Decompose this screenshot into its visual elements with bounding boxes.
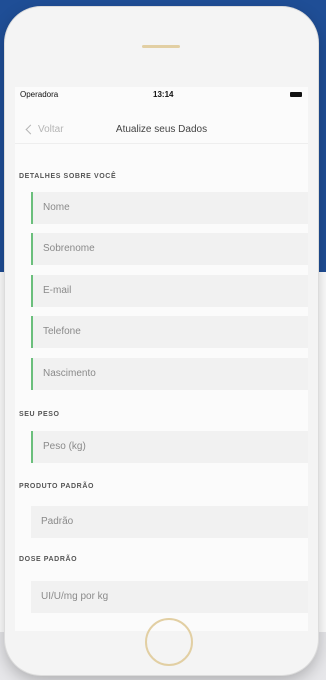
product-field[interactable]: Padrão bbox=[31, 506, 308, 538]
status-bar: Operadora 13:14 bbox=[15, 87, 308, 103]
section-weight-header: SEU PESO bbox=[19, 411, 60, 418]
phone-speaker bbox=[142, 45, 180, 48]
section-details-header: DETALHES SOBRE VOCÊ bbox=[19, 173, 117, 180]
section-product-header: PRODUTO PADRÃO bbox=[19, 483, 95, 490]
navigation-bar: Voltar Atualize seus Dados bbox=[15, 103, 308, 144]
home-button[interactable] bbox=[145, 618, 193, 666]
birthdate-field[interactable]: Nascimento bbox=[31, 358, 308, 390]
email-field[interactable]: E-mail bbox=[31, 275, 308, 307]
first-name-field[interactable]: Nome bbox=[31, 192, 308, 224]
carrier-label: Operadora bbox=[20, 90, 59, 99]
battery-icon bbox=[290, 92, 302, 97]
phone-field[interactable]: Telefone bbox=[31, 316, 308, 348]
status-time: 13:14 bbox=[153, 90, 174, 99]
phone-frame: Operadora 13:14 Voltar Atualize seus Dad… bbox=[5, 7, 318, 675]
last-name-field[interactable]: Sobrenome bbox=[31, 233, 308, 265]
page-title: Atualize seus Dados bbox=[115, 124, 208, 135]
weight-field[interactable]: Peso (kg) bbox=[31, 431, 308, 463]
section-dose-header: DOSE PADRÃO bbox=[19, 556, 78, 563]
dose-field[interactable]: UI/U/mg por kg bbox=[31, 581, 308, 613]
app-screen: Operadora 13:14 Voltar Atualize seus Dad… bbox=[15, 87, 308, 631]
